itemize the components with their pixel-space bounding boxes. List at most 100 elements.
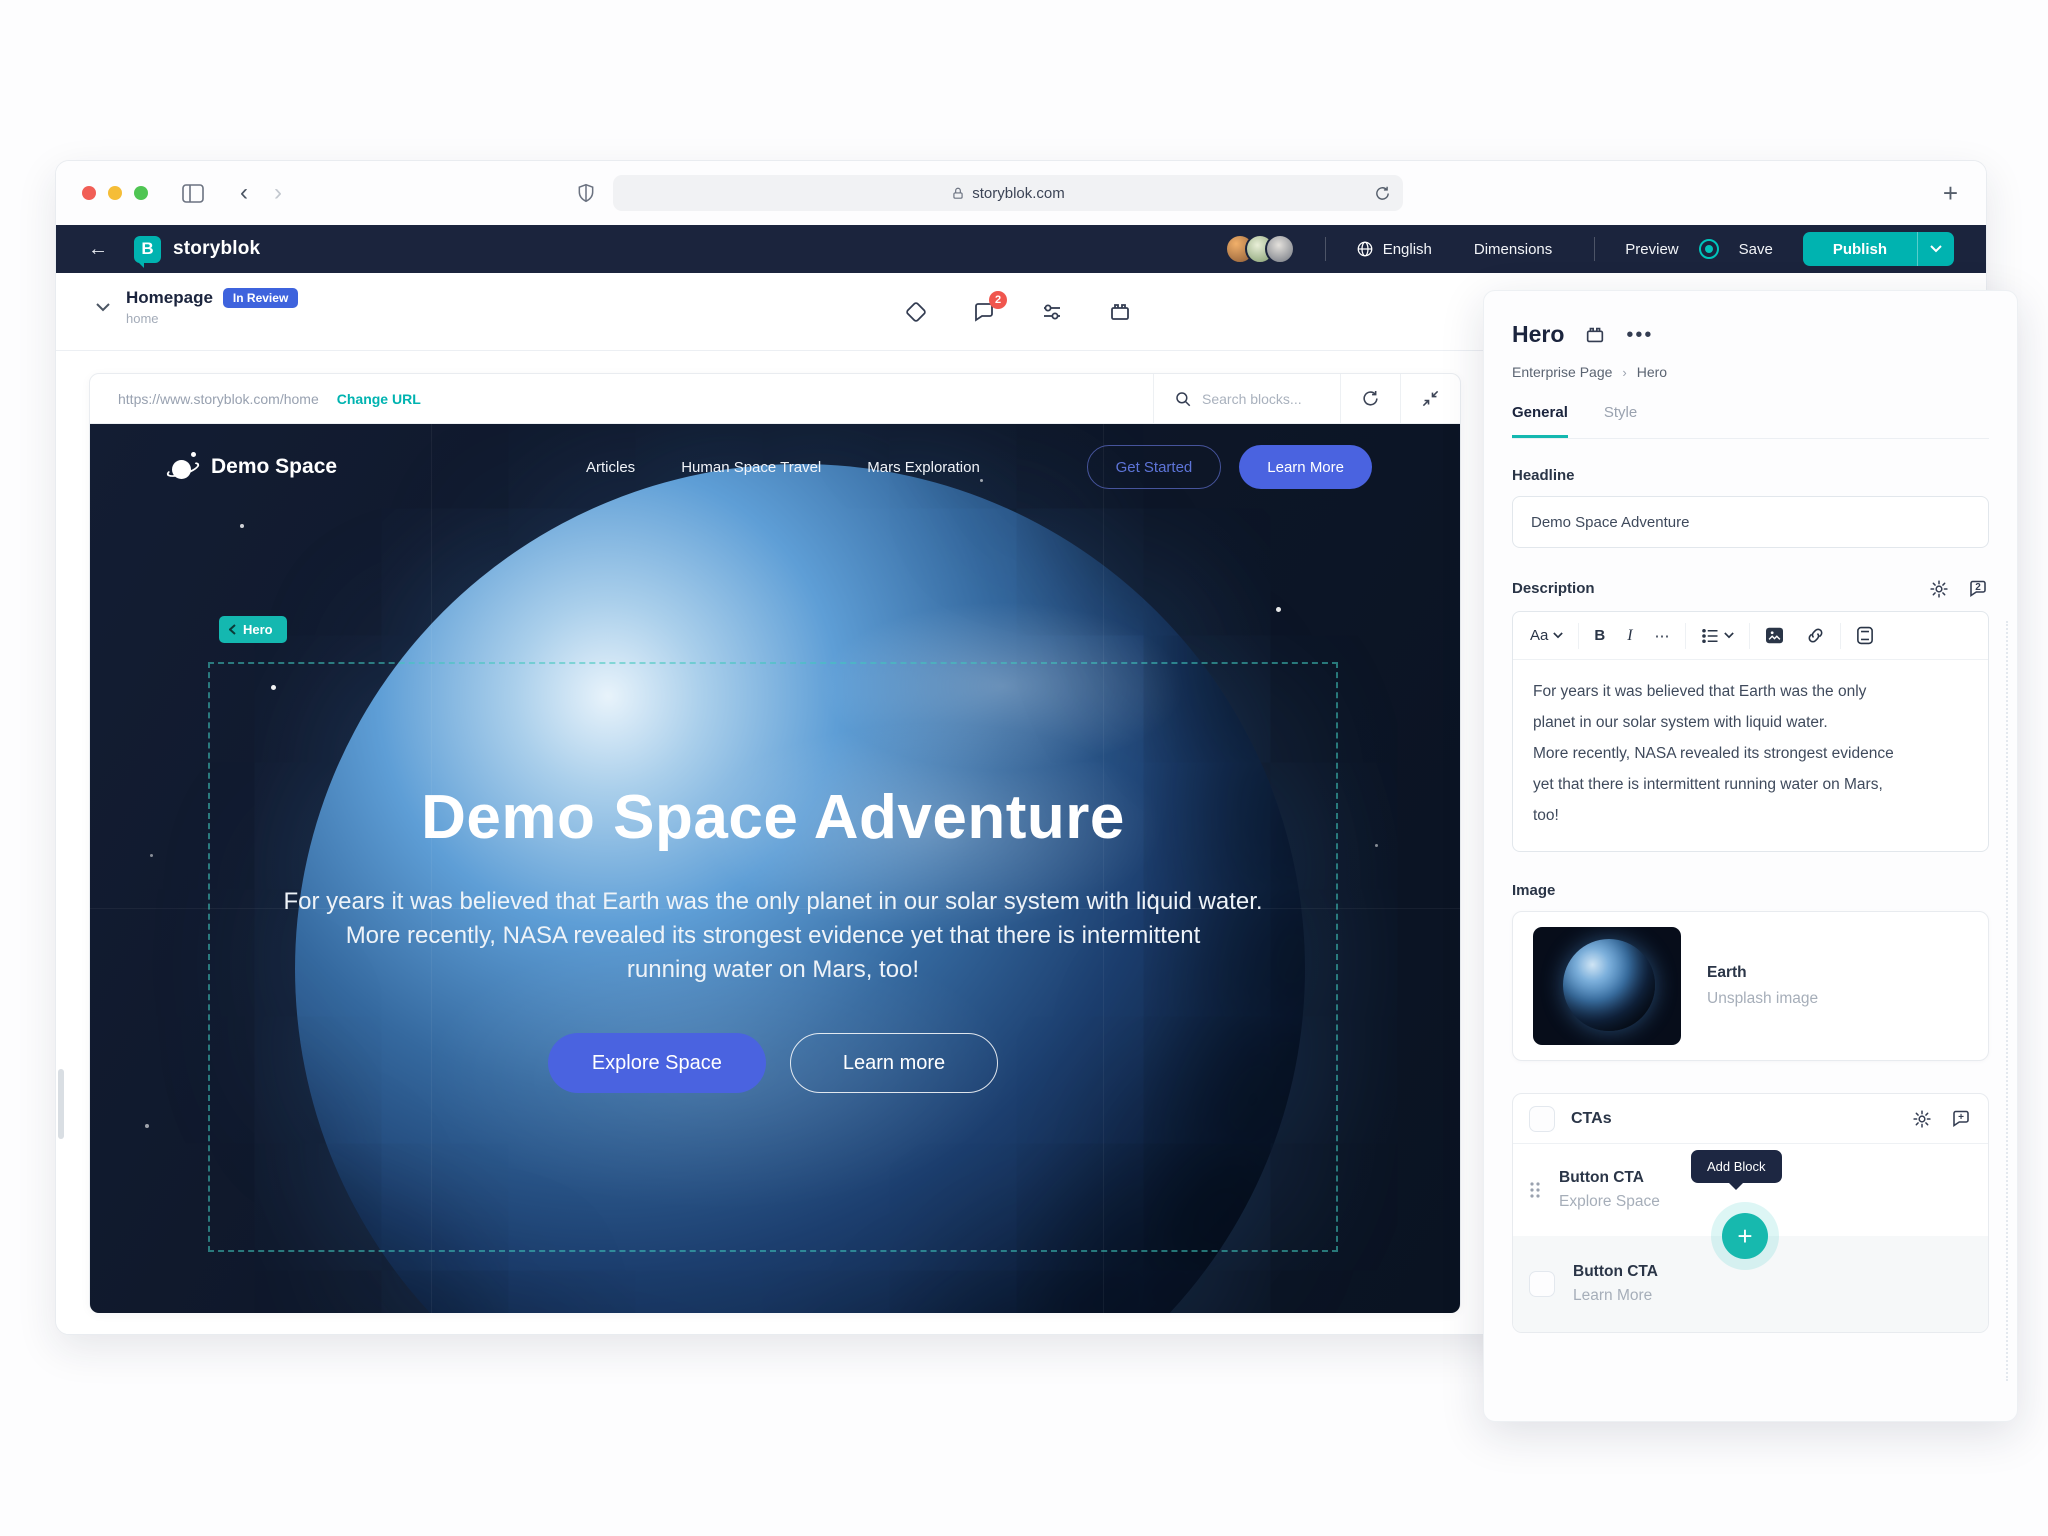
add-comment-icon[interactable]: + (1950, 1108, 1972, 1129)
panel-tabs: General Style (1512, 404, 1989, 439)
language-selector[interactable]: English (1356, 240, 1432, 258)
publish-menu-button[interactable] (1917, 232, 1954, 266)
nav-link-human-space-travel[interactable]: Human Space Travel (681, 459, 821, 476)
more-formatting-button[interactable]: ⋯ (1644, 627, 1681, 645)
get-started-button[interactable]: Get Started (1087, 445, 1222, 489)
block-library-icon[interactable] (1108, 300, 1132, 324)
rte-toolbar: Aa B I ⋯ (1513, 612, 1988, 660)
app-back-arrow[interactable]: ← (88, 238, 108, 261)
sidebar-toggle-icon[interactable] (182, 184, 204, 203)
learn-more-hero-button[interactable]: Learn more (790, 1033, 998, 1093)
visual-editor-icon[interactable] (904, 300, 928, 324)
editor-url-bar: https://www.storyblok.com/home Change UR… (90, 374, 1460, 424)
ctas-label: CTAs (1571, 1110, 1612, 1128)
list-dropdown[interactable] (1690, 628, 1745, 644)
avatar[interactable] (1265, 234, 1295, 264)
breadcrumb: Enterprise Page › Hero (1512, 364, 1989, 380)
site-nav-buttons: Get Started Learn More (1087, 445, 1372, 489)
comments-icon[interactable]: 2 (972, 300, 996, 324)
star (1276, 607, 1281, 612)
back-button[interactable]: ‹ (240, 181, 248, 205)
headline-input[interactable] (1512, 496, 1989, 548)
embed-block-button[interactable] (1845, 626, 1885, 645)
block-edit-panel: Hero ••• Enterprise Page › Hero General … (1483, 290, 2018, 1422)
save-button[interactable]: Save (1739, 241, 1773, 258)
comments-count-badge: 2 (989, 291, 1007, 309)
refresh-preview-button[interactable] (1341, 374, 1400, 423)
app-header: ← B storyblok English (56, 225, 1986, 273)
collaborator-avatars[interactable] (1225, 234, 1295, 264)
page-slug: home (126, 311, 298, 326)
cta-value: Explore Space (1559, 1193, 1660, 1211)
panel-scrollbar[interactable] (2006, 621, 2008, 1381)
new-tab-button[interactable]: + (1943, 178, 1958, 209)
preview-toggle[interactable] (1699, 239, 1719, 259)
storyblok-logo[interactable]: B (134, 236, 161, 263)
settings-sliders-icon[interactable] (1040, 300, 1064, 324)
collapse-view-button[interactable] (1401, 374, 1460, 423)
learn-more-nav-button[interactable]: Learn More (1239, 445, 1372, 489)
preview-label[interactable]: Preview (1625, 241, 1678, 258)
page-title-block[interactable]: Homepage In Review home (126, 288, 298, 326)
insert-image-button[interactable] (1754, 627, 1795, 644)
italic-button[interactable]: I (1616, 627, 1643, 645)
site-brand[interactable]: Demo Space (168, 452, 337, 482)
block-icon[interactable] (1584, 324, 1606, 346)
screenshot-stage: ‹ › storyblok.com (0, 0, 2048, 1536)
image-label: Image (1512, 882, 1989, 899)
cta-type: Button CTA (1573, 1263, 1658, 1281)
ctas-card: CTAs + (1512, 1093, 1989, 1333)
tab-general[interactable]: General (1512, 404, 1568, 438)
address-bar[interactable]: storyblok.com (613, 175, 1403, 211)
star (1375, 844, 1378, 847)
add-block-button[interactable]: + (1722, 1213, 1768, 1259)
reload-icon[interactable] (1374, 185, 1391, 202)
image-name: Earth (1707, 964, 1818, 982)
vertical-scrollbar-thumb[interactable] (58, 1069, 64, 1139)
add-block-tooltip: Add Block (1691, 1150, 1782, 1183)
page-title: Homepage (126, 288, 213, 308)
page-chevron-down-icon[interactable] (96, 303, 110, 312)
divider (1325, 237, 1326, 261)
text-style-dropdown[interactable]: Aa (1519, 627, 1574, 644)
publish-button[interactable]: Publish (1803, 232, 1917, 266)
change-url-link[interactable]: Change URL (337, 391, 421, 407)
rich-text-editor[interactable]: Aa B I ⋯ (1512, 611, 1989, 852)
search-blocks[interactable] (1154, 390, 1340, 408)
maximize-button[interactable] (134, 186, 148, 200)
privacy-shield-icon[interactable] (576, 181, 596, 205)
drag-handle-icon[interactable] (1529, 1181, 1541, 1199)
image-asset-card[interactable]: Earth Unsplash image (1512, 911, 1989, 1061)
bold-button[interactable]: B (1583, 627, 1616, 644)
star (240, 524, 244, 528)
field-comment-icon[interactable]: 2 (1967, 578, 1989, 599)
gear-icon[interactable] (1929, 579, 1949, 599)
app-header-actions: English Dimensions Preview Save Publish (1225, 232, 1954, 266)
dimensions-button[interactable]: Dimensions (1474, 241, 1552, 258)
panel-title: Hero (1512, 321, 1564, 348)
nav-link-mars-exploration[interactable]: Mars Exploration (867, 459, 980, 476)
nav-link-articles[interactable]: Articles (586, 459, 635, 476)
tab-style[interactable]: Style (1604, 404, 1637, 438)
close-button[interactable] (82, 186, 96, 200)
breadcrumb-current: Hero (1637, 364, 1667, 380)
insert-link-button[interactable] (1795, 626, 1836, 645)
hero-description: For years it was believed that Earth was… (210, 885, 1336, 987)
breadcrumb-separator: › (1622, 365, 1626, 380)
hero-headline: Demo Space Adventure (210, 782, 1336, 853)
breadcrumb-parent[interactable]: Enterprise Page (1512, 364, 1612, 380)
lock-icon (951, 186, 965, 201)
search-blocks-input[interactable] (1202, 391, 1320, 407)
hero-block-selection[interactable]: Demo Space Adventure For years it was be… (208, 662, 1338, 1252)
forward-button[interactable]: › (274, 181, 282, 205)
cta-checkbox[interactable] (1529, 1271, 1555, 1297)
gear-icon[interactable] (1912, 1109, 1932, 1129)
address-bar-url: storyblok.com (972, 185, 1065, 202)
browser-chrome: ‹ › storyblok.com (56, 161, 1986, 225)
explore-space-button[interactable]: Explore Space (548, 1033, 766, 1093)
hero-block-badge[interactable]: Hero (219, 616, 287, 643)
more-options-icon[interactable]: ••• (1626, 330, 1653, 340)
ctas-checkbox[interactable] (1529, 1106, 1555, 1132)
description-value[interactable]: For years it was believed that Earth was… (1513, 660, 1988, 851)
minimize-button[interactable] (108, 186, 122, 200)
